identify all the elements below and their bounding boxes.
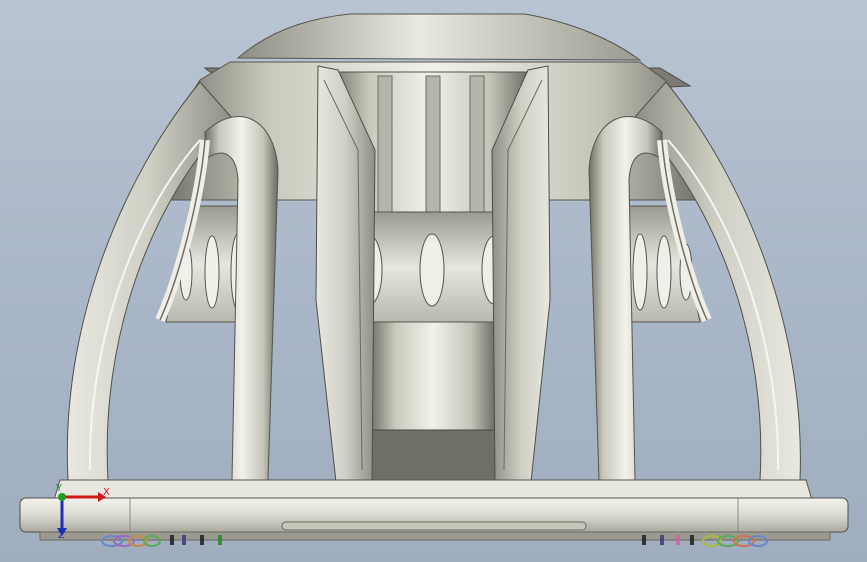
base-plate (19, 479, 849, 541)
triad-y-axis (58, 493, 66, 501)
model-render (19, 13, 849, 547)
triad-y-label: Y (56, 483, 63, 494)
triad-x-label: X (103, 487, 110, 498)
cad-3d-viewport[interactable]: X Y Z (0, 0, 867, 562)
dome-cap (236, 13, 642, 61)
triad-z-label: Z (58, 530, 65, 541)
